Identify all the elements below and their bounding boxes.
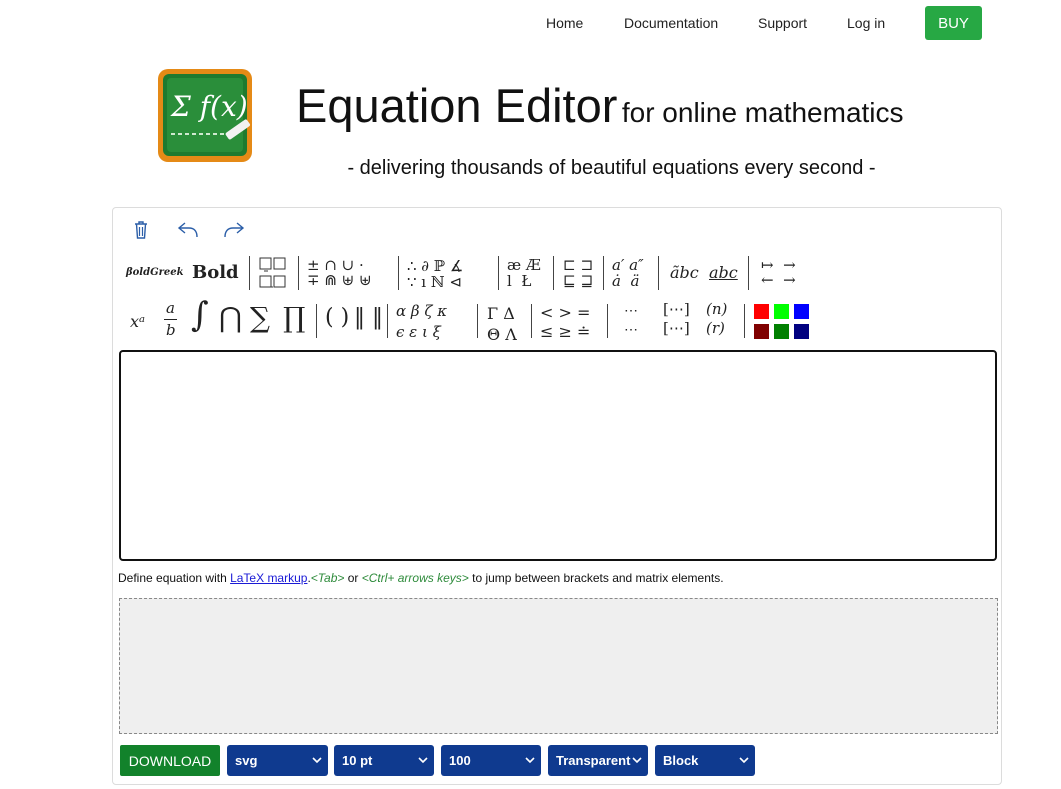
separator [387, 304, 388, 338]
equation-input[interactable] [119, 350, 997, 561]
latex-markup-link[interactable]: LaTeX markup [230, 571, 307, 585]
redo-icon[interactable] [223, 221, 245, 244]
chevron-down-icon [418, 757, 428, 764]
format-select-value: svg [235, 753, 258, 768]
separator [316, 304, 317, 338]
matrix-button[interactable]: [⋯] [⋯] [663, 300, 690, 338]
logo: Σ f(x) [157, 68, 255, 164]
tagline: - delivering thousands of beautiful equa… [347, 157, 876, 179]
background-select[interactable]: Transparent [548, 745, 648, 776]
fraction-bar [164, 319, 177, 320]
top-nav: Home Documentation Support Log in BUY [0, 0, 1061, 46]
bold-greek-button[interactable]: βoldGreek [126, 268, 184, 278]
hint-arrow-keys: <Ctrl+ arrows keys> [361, 571, 469, 585]
color-darkgreen-swatch[interactable] [774, 324, 789, 339]
resolution-select[interactable]: 100 [441, 745, 541, 776]
chevron-down-icon [739, 757, 749, 764]
separator [477, 304, 478, 338]
parentheses-button[interactable]: ( ) [325, 307, 349, 329]
nav-home-link[interactable]: Home [546, 15, 583, 31]
norm-button[interactable]: ‖ ‖ [354, 307, 383, 329]
size-select[interactable]: 10 pt [334, 745, 434, 776]
special-letters-group[interactable]: æ Æl Ł [507, 257, 541, 289]
title-main: Equation Editor [296, 79, 618, 132]
buy-button[interactable]: BUY [925, 6, 982, 40]
separator [744, 304, 745, 338]
fraction-numerator[interactable]: a [166, 301, 175, 316]
chevron-down-icon [525, 757, 535, 764]
binomial-button[interactable]: (n) (r) [706, 300, 727, 338]
accents-group[interactable]: a′ a″ ȧ ä [612, 257, 644, 289]
editor-panel: βoldGreek Bold ± ∩ ∪ · ∓ ⋒ ⊎ ⊎ ∴ ∂ ℙ ∡ ∵ ı… [112, 207, 1002, 785]
undo-icon[interactable] [177, 221, 199, 244]
hint-or: or [344, 571, 362, 585]
separator [398, 256, 399, 290]
nav-login-link[interactable]: Log in [847, 15, 885, 31]
integral-button[interactable]: ∫ [191, 298, 209, 332]
format-select[interactable]: svg [227, 745, 328, 776]
title-subtitle: for online mathematics [621, 97, 904, 128]
nav-documentation-link[interactable]: Documentation [624, 15, 718, 31]
download-button[interactable]: DOWNLOAD [120, 745, 220, 776]
bold-button[interactable]: Bold [192, 264, 239, 282]
separator [249, 256, 250, 290]
hint-prefix: Define equation with [118, 571, 231, 585]
greek-letters-group[interactable]: α β ζ κϵ ε ι ξ [396, 301, 447, 343]
color-maroon-swatch[interactable] [754, 324, 769, 339]
fraction-denominator[interactable]: b [166, 323, 176, 338]
product-button[interactable]: ∏ [283, 304, 305, 332]
color-red-swatch[interactable] [754, 304, 769, 319]
operators-group[interactable]: ± ∩ ∪ · ∓ ⋒ ⊎ ⊎ [307, 258, 372, 288]
logo-text: Σ f(x) [170, 90, 248, 123]
separator [603, 256, 604, 290]
subset-group[interactable]: ⊏ ⊐ ⊑ ⊒ [563, 257, 593, 289]
display-select-value: Block [663, 753, 699, 768]
color-green-swatch[interactable] [774, 304, 789, 319]
nav-support-link[interactable]: Support [758, 15, 807, 31]
script-layout-icon[interactable] [258, 256, 288, 295]
size-select-value: 10 pt [342, 753, 373, 768]
chevron-down-icon [312, 757, 322, 764]
background-select-value: Transparent [556, 753, 631, 768]
underline-button[interactable]: abc [709, 265, 738, 281]
relations-group[interactable]: < > = ≤ ≥ ≐ [540, 303, 590, 341]
hint-suffix: to jump between brackets and matrix elem… [468, 571, 724, 585]
wide-tilde-button[interactable]: ãbc [670, 265, 699, 281]
hint-tab-key: <Tab> [310, 571, 345, 585]
separator [553, 256, 554, 290]
chevron-down-icon [632, 757, 642, 764]
separator [658, 256, 659, 290]
capital-greek-group[interactable]: Γ ΔΘ Λ [487, 303, 517, 345]
display-select[interactable]: Block [655, 745, 755, 776]
page-title: Equation Editor for online mathematics [296, 78, 904, 133]
resolution-select-value: 100 [449, 753, 471, 768]
logic-symbols-group[interactable]: ∴ ∂ ℙ ∡ ∵ ı ℕ ⊲ [407, 258, 463, 290]
color-navy-swatch[interactable] [794, 324, 809, 339]
dots-group[interactable]: ⋯ ⋯ [624, 302, 638, 340]
equation-preview [119, 598, 998, 734]
separator [298, 256, 299, 290]
editor-hint: Define equation with LaTeX markup.<Tab> … [118, 571, 724, 585]
separator [531, 304, 532, 338]
intersection-button[interactable]: ⋂ [219, 304, 242, 332]
separator [498, 256, 499, 290]
separator [607, 304, 608, 338]
superscript-button[interactable]: xᵃ [130, 314, 145, 330]
sum-button[interactable]: ∑ [250, 304, 270, 332]
color-blue-swatch[interactable] [794, 304, 809, 319]
trash-icon[interactable] [133, 220, 149, 245]
arrows-group[interactable]: ↦ → ← → [761, 258, 796, 288]
separator [748, 256, 749, 290]
